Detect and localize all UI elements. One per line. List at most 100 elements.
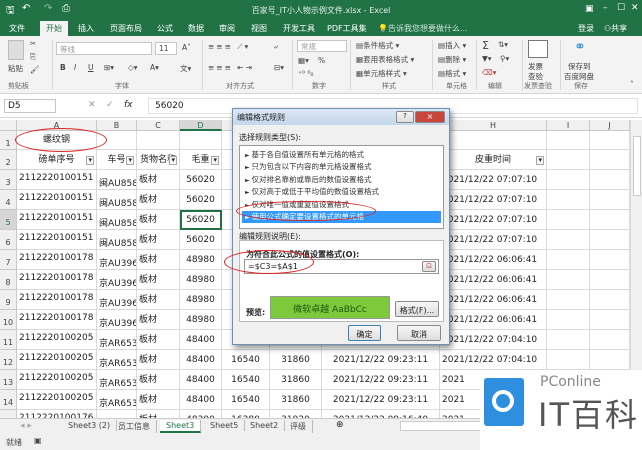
cell-D14[interactable]: 48400 (180, 390, 222, 410)
rule-type-item[interactable]: ► 只为包含以下内容的单元格设置格式 (242, 161, 441, 173)
cell-I8[interactable] (547, 270, 590, 290)
cell-C6[interactable]: 板材 (137, 230, 180, 250)
cell-A12[interactable]: 2112220100205 (17, 350, 97, 370)
paste-icon[interactable] (8, 40, 24, 60)
cell-B3[interactable]: 闽AU858 (97, 170, 137, 190)
row-header-6[interactable]: 6 (0, 230, 17, 250)
decimal-icon[interactable]: ⁺⁰ ⁰₀ (298, 69, 313, 78)
delete-cells-button[interactable]: ▤删除 ▾ (438, 54, 466, 65)
cell-H7[interactable]: 2021/12/22 06:06:41 (440, 250, 547, 270)
row-header-14[interactable]: 14 (0, 390, 17, 410)
cell-D2[interactable]: 毛重 ▾ (180, 150, 222, 170)
maximize-button[interactable]: ☐ (617, 3, 625, 13)
row-header-4[interactable]: 4 (0, 190, 17, 210)
sheet-tab[interactable]: Sheet2 (244, 420, 286, 431)
column-header-J[interactable]: J (590, 120, 630, 131)
cell-H9[interactable]: 2021/12/22 06:06:41 (440, 290, 547, 310)
tab-home[interactable]: 开始 (40, 21, 68, 36)
cell-I12[interactable] (547, 350, 590, 370)
cell-H3[interactable]: 2021/12/22 07:07:10 (440, 170, 547, 190)
collapse-dialog-icon[interactable]: ⊡ (422, 261, 436, 272)
column-header-H[interactable]: H (440, 120, 547, 131)
rule-type-item[interactable]: ► 基于各自值设置所有单元格的格式 (242, 149, 441, 161)
dialog-close-button[interactable]: × (415, 111, 445, 123)
cell-G15[interactable]: 2021/12/22 09:16:40 (322, 410, 440, 418)
cell-D1[interactable] (180, 131, 222, 150)
cell-G12[interactable]: 2021/12/22 09:23:11 (322, 350, 440, 370)
ribbon-display-icon[interactable]: ▣ (585, 4, 594, 14)
sheet-tab[interactable]: Sheet3 (160, 420, 202, 433)
cell-A15[interactable]: 2112220100176 (17, 410, 97, 418)
percent-button[interactable]: % (318, 56, 325, 65)
row-header-15[interactable]: 15 (0, 410, 17, 418)
cell-J4[interactable] (590, 190, 630, 210)
add-sheet-button[interactable]: ⊕ (336, 420, 344, 430)
cell-B9[interactable]: 京AU396 (97, 290, 137, 310)
cell-J7[interactable] (590, 250, 630, 270)
cell-I10[interactable] (547, 310, 590, 330)
wrap-text-icon[interactable]: ⤶ (274, 42, 278, 52)
align-top-icons[interactable]: ≡≡≡ ⟋▾ (208, 42, 250, 52)
cell-A9[interactable]: 2112220100178 (17, 290, 97, 310)
cell-B6[interactable]: 闽AU858 (97, 230, 137, 250)
cell-J5[interactable] (590, 210, 630, 230)
cell-B13[interactable]: 京AR653 (97, 370, 137, 390)
font-size-select[interactable]: 11 (155, 42, 177, 55)
column-header-C[interactable]: C (137, 120, 180, 131)
cell-H2[interactable]: 皮重时间 ▾ (440, 150, 547, 170)
paste-button[interactable]: 粘贴 (8, 63, 23, 74)
cell-C15[interactable]: 板材 (137, 410, 180, 418)
cell-C3[interactable]: 板材 (137, 170, 180, 190)
name-box[interactable]: D5 (4, 99, 56, 113)
cell-E15[interactable]: 16280 (222, 410, 270, 418)
border-icon[interactable]: ⊞▾ (104, 63, 114, 72)
row-header-12[interactable]: 12 (0, 350, 17, 370)
tab-page-layout[interactable]: 页面布局 (110, 23, 142, 34)
filter-dropdown-icon[interactable]: ▾ (126, 156, 134, 165)
cell-J12[interactable] (590, 350, 630, 370)
cell-B12[interactable]: 京AR653 (97, 350, 137, 370)
cell-C9[interactable]: 板材 (137, 290, 180, 310)
cell-E12[interactable]: 16540 (222, 350, 270, 370)
cell-A11[interactable]: 2112220100205 (17, 330, 97, 350)
row-header-8[interactable]: 8 (0, 270, 17, 290)
fill-color-icon[interactable]: ◇▾ (128, 63, 138, 72)
copy-icon[interactable]: ⎘ (30, 52, 36, 62)
collapse-ribbon-icon[interactable]: ˄ (630, 80, 634, 89)
tab-developer[interactable]: 开发工具 (283, 23, 315, 34)
cell-C1[interactable] (137, 131, 180, 150)
cell-D12[interactable]: 48400 (180, 350, 222, 370)
cut-icon[interactable]: ✂ (30, 39, 36, 48)
cell-E13[interactable]: 16540 (222, 370, 270, 390)
cell-H4[interactable]: 2021/12/22 07:07:10 (440, 190, 547, 210)
format-as-table-button[interactable]: ▦套用表格格式 ▾ (356, 54, 414, 65)
filter-dropdown-icon[interactable]: ▾ (536, 156, 544, 165)
macro-record-icon[interactable]: ▣ (34, 436, 42, 445)
cell-E14[interactable]: 16540 (222, 390, 270, 410)
cell-D10[interactable]: 48980 (180, 310, 222, 330)
font-color-icon[interactable]: A▾ (150, 63, 159, 72)
filter-dropdown-icon[interactable]: ▾ (211, 156, 219, 165)
cell-A7[interactable]: 2112220100178 (17, 250, 97, 270)
cell-I6[interactable] (547, 230, 590, 250)
cell-J10[interactable] (590, 310, 630, 330)
cancel-icon[interactable]: ✕ (88, 100, 96, 110)
cell-F15[interactable]: 31920 (270, 410, 322, 418)
fill-icon[interactable]: ▼▾ (482, 54, 492, 63)
filter-dropdown-icon[interactable]: ▾ (169, 156, 177, 165)
cell-D15[interactable]: 48300 (180, 410, 222, 418)
cell-D4[interactable]: 56020 (180, 190, 222, 210)
tab-review[interactable]: 审阅 (219, 23, 235, 34)
merge-center-icon[interactable]: ⊟▾ (274, 63, 284, 72)
cell-C2[interactable]: 货物名称 ▾ (137, 150, 180, 170)
cell-C4[interactable]: 板材 (137, 190, 180, 210)
cell-B8[interactable]: 京AU396 (97, 270, 137, 290)
cell-H11[interactable]: 2021/12/22 07:04:10 (440, 330, 547, 350)
cell-J9[interactable] (590, 290, 630, 310)
cell-I5[interactable] (547, 210, 590, 230)
cell-I2[interactable] (547, 150, 590, 170)
cell-A3[interactable]: 2112220100151 (17, 170, 97, 190)
cell-B15[interactable] (97, 410, 137, 418)
cell-J8[interactable] (590, 270, 630, 290)
cancel-button[interactable]: 取消 (397, 325, 441, 341)
